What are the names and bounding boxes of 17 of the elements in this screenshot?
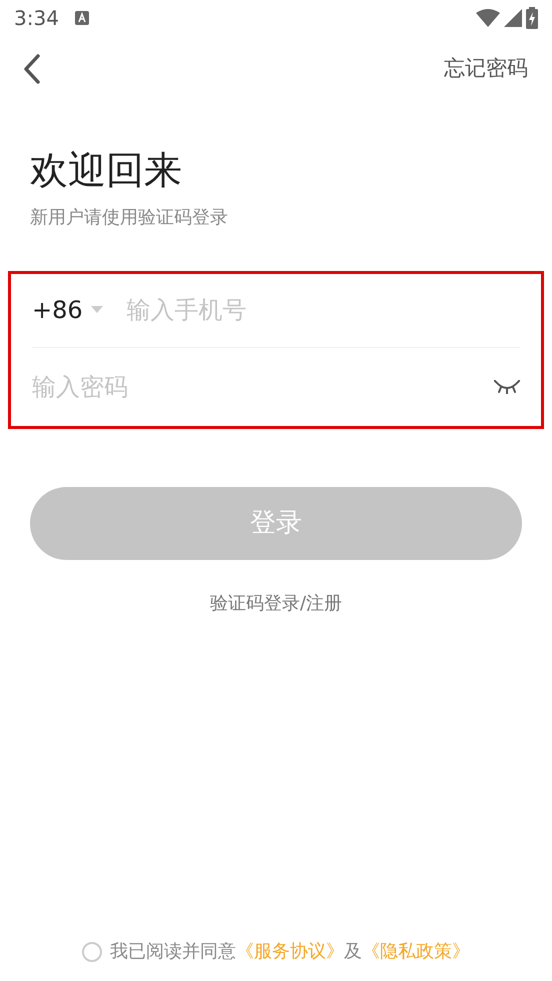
- country-code-selector[interactable]: +86: [32, 292, 103, 328]
- dropdown-caret-icon: [90, 306, 103, 314]
- subtitle: 新用户请使用验证码登录: [30, 206, 229, 230]
- battery-icon: [526, 7, 538, 29]
- status-time: 3:34: [14, 5, 59, 32]
- forgot-password-link[interactable]: 忘记密码: [444, 53, 528, 85]
- phone-input[interactable]: 输入手机号: [126, 292, 520, 328]
- agreement-text: 我已阅读并同意: [110, 940, 236, 964]
- conjunction-text: 及: [344, 940, 362, 964]
- signal-icon: [504, 9, 522, 27]
- code-login-link[interactable]: 验证码登录/注册: [210, 590, 342, 617]
- closed-eye-icon[interactable]: [494, 380, 520, 394]
- keyboard-icon: [74, 11, 89, 25]
- welcome-title: 欢迎回来: [30, 148, 183, 194]
- wifi-icon: [476, 9, 500, 27]
- agreement-radio[interactable]: [82, 942, 102, 962]
- password-input[interactable]: 输入密码: [32, 368, 494, 405]
